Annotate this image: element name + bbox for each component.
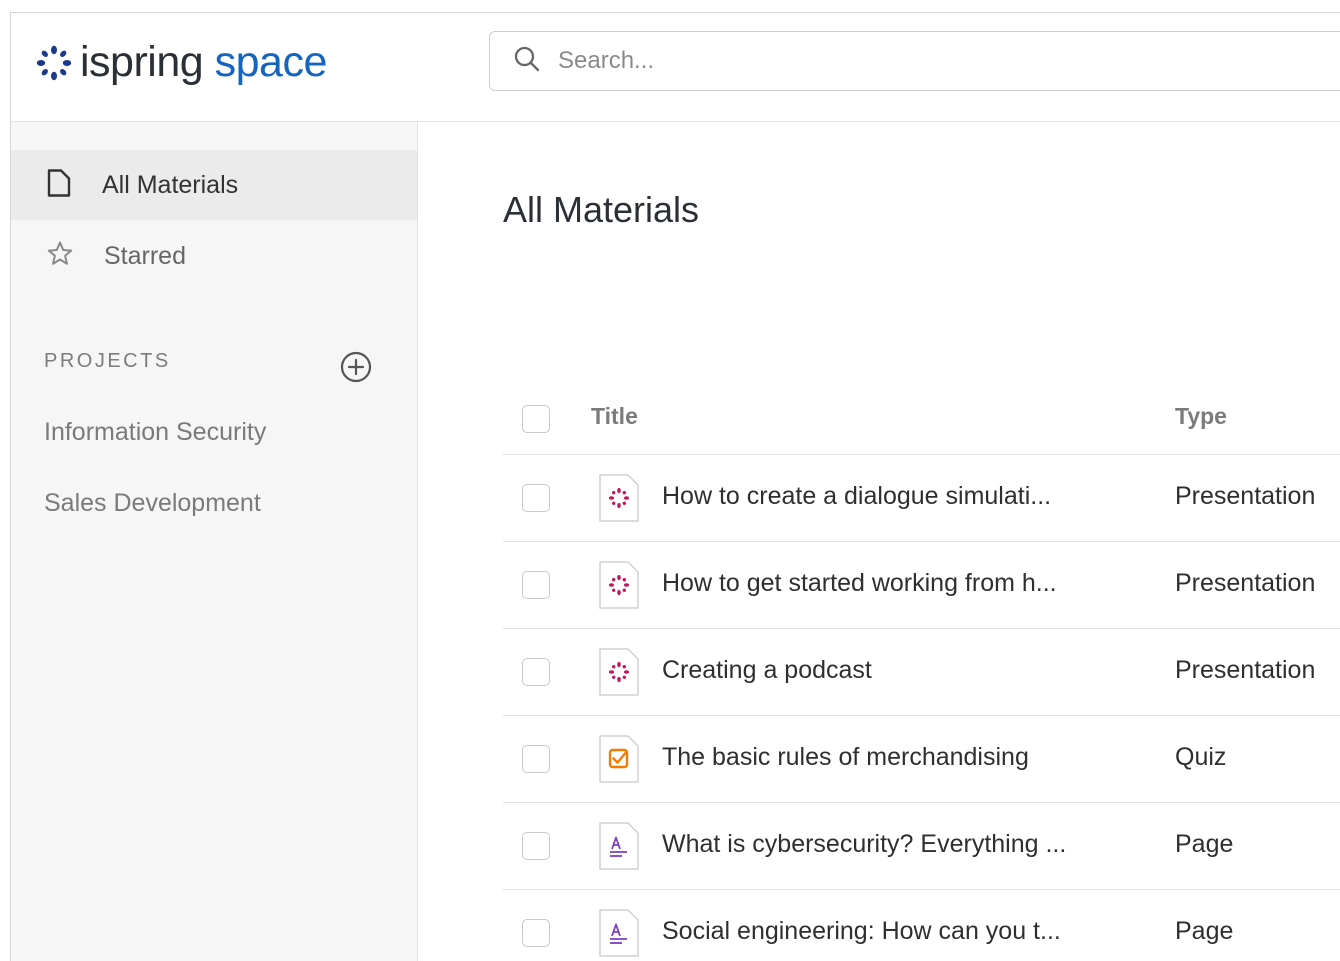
row-checkbox[interactable] bbox=[522, 919, 550, 947]
row-title[interactable]: Social engineering: How can you t... bbox=[662, 917, 1061, 946]
row-type: Presentation bbox=[1175, 656, 1316, 684]
project-item-information-security[interactable]: Information Security bbox=[44, 418, 266, 447]
row-type: Page bbox=[1175, 917, 1234, 945]
row-title[interactable]: Creating a podcast bbox=[662, 656, 872, 685]
presentation-icon bbox=[598, 647, 640, 697]
sidebar-item-label: Starred bbox=[104, 241, 186, 270]
row-type: Presentation bbox=[1175, 482, 1316, 510]
star-icon bbox=[46, 240, 74, 273]
table-row[interactable]: How to get started working from h... Pre… bbox=[503, 542, 1340, 629]
row-checkbox[interactable] bbox=[522, 484, 550, 512]
sidebar-item-label: All Materials bbox=[102, 170, 239, 199]
page-icon bbox=[598, 821, 640, 871]
column-header-type[interactable]: Type bbox=[1175, 403, 1227, 430]
materials-table: Title Type How to create a dialogue simu… bbox=[503, 379, 1340, 961]
table-row[interactable]: Creating a podcast Presentation bbox=[503, 629, 1340, 716]
table-row[interactable]: What is cybersecurity? Everything ... Pa… bbox=[503, 803, 1340, 890]
row-checkbox[interactable] bbox=[522, 745, 550, 773]
projects-heading: PROJECTS bbox=[44, 350, 171, 372]
row-checkbox[interactable] bbox=[522, 571, 550, 599]
row-checkbox[interactable] bbox=[522, 658, 550, 686]
quiz-icon bbox=[598, 734, 640, 784]
row-title[interactable]: What is cybersecurity? Everything ... bbox=[662, 830, 1066, 859]
search-box[interactable] bbox=[489, 31, 1340, 91]
file-icon bbox=[46, 168, 72, 203]
header: ispring space bbox=[11, 13, 1340, 122]
row-type: Quiz bbox=[1175, 743, 1227, 771]
plus-circle-icon bbox=[339, 351, 373, 388]
sidebar: All Materials Starred PROJECTS Informati… bbox=[11, 122, 418, 961]
row-checkbox[interactable] bbox=[522, 832, 550, 860]
search-input[interactable] bbox=[556, 46, 1280, 76]
ispring-space-logo[interactable]: ispring space bbox=[36, 41, 327, 84]
logo-word-space: space bbox=[214, 38, 328, 86]
page-icon bbox=[598, 908, 640, 958]
app-window: ispring space All Materials bbox=[10, 12, 1340, 961]
presentation-icon bbox=[598, 473, 640, 523]
row-title[interactable]: The basic rules of merchandising bbox=[662, 743, 1029, 772]
sidebar-item-all-materials[interactable]: All Materials bbox=[11, 150, 417, 220]
project-item-sales-development[interactable]: Sales Development bbox=[44, 489, 261, 518]
search-icon bbox=[490, 44, 542, 79]
column-header-title[interactable]: Title bbox=[591, 403, 638, 430]
logo-word-ispring: ispring bbox=[80, 38, 204, 86]
row-title[interactable]: How to get started working from h... bbox=[662, 569, 1057, 598]
table-row[interactable]: Social engineering: How can you t... Pag… bbox=[503, 890, 1340, 961]
ispring-logo-icon bbox=[36, 45, 72, 81]
sidebar-item-starred[interactable]: Starred bbox=[11, 221, 417, 291]
table-header: Title Type bbox=[503, 379, 1340, 455]
select-all-checkbox[interactable] bbox=[522, 405, 550, 433]
add-project-button[interactable] bbox=[339, 350, 373, 389]
table-row[interactable]: How to create a dialogue simulati... Pre… bbox=[503, 455, 1340, 542]
row-type: Presentation bbox=[1175, 569, 1316, 597]
row-title[interactable]: How to create a dialogue simulati... bbox=[662, 482, 1051, 511]
page-title: All Materials bbox=[503, 189, 700, 230]
table-row[interactable]: The basic rules of merchandising Quiz bbox=[503, 716, 1340, 803]
presentation-icon bbox=[598, 560, 640, 610]
logo-text: ispring space bbox=[80, 41, 327, 84]
row-type: Page bbox=[1175, 830, 1234, 858]
